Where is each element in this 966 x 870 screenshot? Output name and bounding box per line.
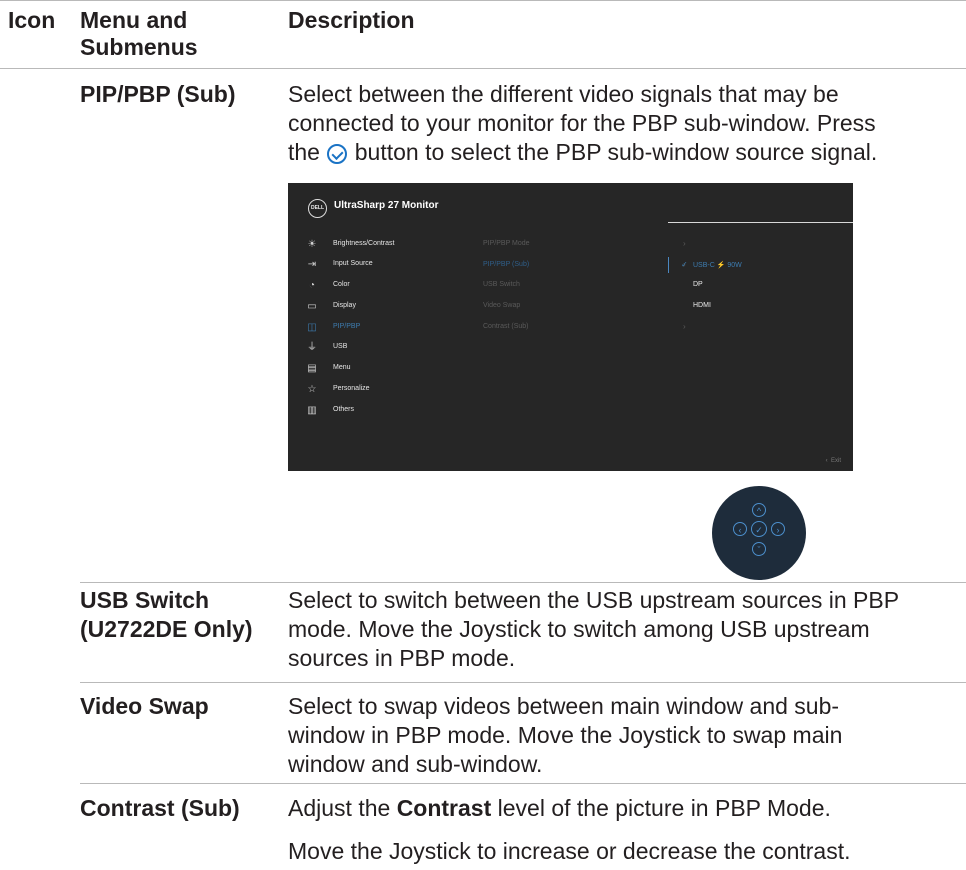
exit-label: Exit [830,458,841,464]
input-source-icon: ⇥ [307,259,317,270]
desc-line: the button to select the PBP sub-window … [288,138,963,167]
submenu-label: Video Swap [483,302,521,309]
header-description: Description [288,7,415,33]
submenu-label: USB Switch [483,281,520,288]
menu-label: Brightness/Contrast [333,240,395,247]
row-desc-video-swap: Select to swap videos between main windo… [288,692,963,779]
osd-menu-screenshot: DELL UltraSharp 27 Monitor ☀ Brightness/C… [288,183,853,471]
osd-sub-pip-pbp-sub: PIP/PBP (Sub) › [483,260,713,269]
row-label-usb-switch: USB Switch (U2722DE Only) [80,586,253,644]
chevron-right-icon: › [683,239,686,248]
menu-icon: ▤ [307,363,317,374]
label-line: (U2722DE Only) [80,616,253,642]
chevron-left-icon: ‹ [733,522,747,536]
osd-menu-brightness: ☀ Brightness/Contrast [288,239,508,253]
menu-label: USB [333,343,348,350]
chevron-right-icon: › [771,522,785,536]
display-icon: ▭ [307,301,317,312]
dell-logo: DELL [308,199,327,218]
header-menu-line2: Submenus [80,34,198,60]
row-rule [80,783,966,784]
osd-sub-contrast-sub: Contrast (Sub) › [483,322,713,331]
usb-icon: ⏚ [307,342,317,353]
osd-option-usb-c: USB-C ⚡ 90W [693,262,742,269]
desc-text: the [288,139,320,165]
menu-label: Menu [333,364,351,371]
header-rule [0,68,966,69]
menu-label: Color [333,281,350,288]
desc-line: sources in PBP mode. [288,645,516,671]
chevron-up-icon: ^ [752,503,766,517]
menu-label: PIP/PBP [333,323,361,330]
menu-label: Input Source [333,260,373,267]
joystick-illustration: ^ ‹ ✓ › ˇ [712,486,806,580]
desc-line: Select to switch between the USB upstrea… [288,587,900,613]
menu-label: Others [333,406,355,413]
osd-menu-menu: ▤ Menu [288,363,508,377]
header-icon: Icon [8,7,56,33]
check-circle-icon: ✓ [751,521,767,537]
osd-exit: ‹ Exit [826,458,841,464]
row-desc-pip-pbp-sub: Select between the different video signa… [288,80,963,167]
osd-menu-color: ◔ Color [288,280,508,294]
desc-text: level of the picture in PBP Mode. [497,795,831,821]
chevron-left-icon: ‹ [825,458,828,464]
desc-bold: Contrast [396,795,492,821]
osd-option-dp: DP [693,281,703,288]
header-menu-line1: Menu and [80,7,188,33]
pip-pbp-icon: ◫ [307,322,317,333]
osd-option-hdmi: HDMI [693,302,711,309]
desc-line: mode. Move the Joystick to switch among … [288,616,870,642]
desc-line: connected to your monitor for the PBP su… [288,110,876,136]
check-icon: ✓ [681,260,688,269]
osd-menu-display: ▭ Display [288,301,508,315]
desc-text: button to select the PBP sub-window sour… [354,139,878,165]
desc-line: Select to swap videos between main windo… [288,693,840,719]
desc-line: window and sub-window. [288,751,543,777]
osd-menu-pip-pbp: ◫ PIP/PBP [288,322,508,336]
osd-menu-personalize: ☆ Personalize [288,384,508,398]
brightness-icon: ☀ [307,239,317,250]
row-rule [80,682,966,683]
menu-label: Display [333,302,356,309]
desc-line: Adjust the Contrast level of the picture… [288,794,963,823]
desc-line: Move the Joystick to increase or decreas… [288,838,851,864]
osd-menu-usb: ⏚ USB [288,342,508,356]
color-icon: ◔ [308,280,316,291]
submenu-label: PIP/PBP Mode [483,240,530,247]
desc-line: window in PBP mode. Move the Joystick to… [288,722,843,748]
osd-sub-pip-pbp-mode: PIP/PBP Mode › [483,239,713,248]
osd-title: UltraSharp 27 Monitor [334,200,439,211]
osd-sub-video-swap: Video Swap [483,302,713,309]
chevron-right-icon: › [683,322,686,331]
osd-menu-input-source: ⇥ Input Source [288,259,508,273]
submenu-label: PIP/PBP (Sub) [483,261,530,268]
selection-bar [668,257,669,273]
check-circle-icon [327,144,348,164]
row-label-video-swap: Video Swap [80,693,209,719]
osd-divider [668,222,853,223]
label-line: USB Switch [80,587,210,613]
desc-text: Adjust the [288,795,391,821]
row-desc-usb-switch: Select to switch between the USB upstrea… [288,586,963,673]
row-rule [80,582,966,583]
submenu-label: Contrast (Sub) [483,323,529,330]
top-rule [0,0,966,1]
others-icon: ▥ [307,405,317,416]
osd-menu-others: ▥ Others [288,405,508,419]
menu-label: Personalize [333,385,370,392]
row-desc-contrast-sub: Adjust the Contrast level of the picture… [288,794,963,866]
star-icon: ☆ [307,384,317,395]
row-label-pip-pbp-sub: PIP/PBP (Sub) [80,81,236,107]
osd-sub-usb-switch: USB Switch [483,281,713,288]
chevron-down-icon: ˇ [752,542,766,556]
desc-line: Select between the different video signa… [288,81,839,107]
row-label-contrast-sub: Contrast (Sub) [80,795,240,821]
